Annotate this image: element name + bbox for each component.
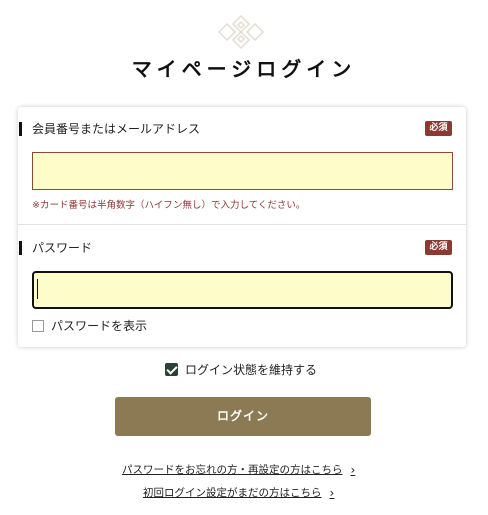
- brand-logo-icon: [216, 14, 266, 50]
- keep-login-toggle[interactable]: ログイン状態を維持する: [165, 361, 317, 378]
- required-badge: 必須: [425, 121, 452, 136]
- show-password-checkbox[interactable]: [32, 319, 44, 332]
- login-form-card: 会員番号またはメールアドレス 必須 ※カード番号は半角数字（ハイフン無し）で入力…: [18, 107, 466, 347]
- first-login-link[interactable]: 初回ログイン設定がまだの方はこちら ›: [143, 485, 334, 500]
- login-button[interactable]: ログイン: [115, 397, 371, 436]
- password-section: パスワード 必須 パスワードを表示: [18, 225, 466, 347]
- show-password-toggle[interactable]: パスワードを表示: [32, 317, 147, 334]
- keep-login-label: ログイン状態を維持する: [185, 363, 318, 377]
- page-title: マイページログイン: [131, 57, 357, 81]
- email-field-label: 会員番号またはメールアドレス: [18, 122, 200, 136]
- card-number-note: ※カード番号は半角数字（ハイフン無し）で入力してください。: [32, 200, 306, 211]
- chevron-right-icon: ›: [350, 462, 356, 477]
- forgot-password-link-text: パスワードをお忘れの方・再設定の方はこちら: [122, 464, 343, 476]
- password-field[interactable]: [32, 271, 453, 309]
- first-login-link-text: 初回ログイン設定がまだの方はこちら: [143, 487, 322, 499]
- text-cursor: [37, 279, 38, 299]
- password-field-label: パスワード: [18, 241, 92, 255]
- forgot-password-link[interactable]: パスワードをお忘れの方・再設定の方はこちら ›: [122, 462, 355, 477]
- email-section: 会員番号またはメールアドレス 必須 ※カード番号は半角数字（ハイフン無し）で入力…: [18, 107, 466, 225]
- chevron-right-icon: ›: [329, 485, 335, 500]
- keep-login-checkbox[interactable]: [165, 363, 178, 376]
- show-password-label: パスワードを表示: [51, 319, 148, 333]
- required-badge: 必須: [425, 240, 452, 255]
- email-field[interactable]: [32, 152, 453, 190]
